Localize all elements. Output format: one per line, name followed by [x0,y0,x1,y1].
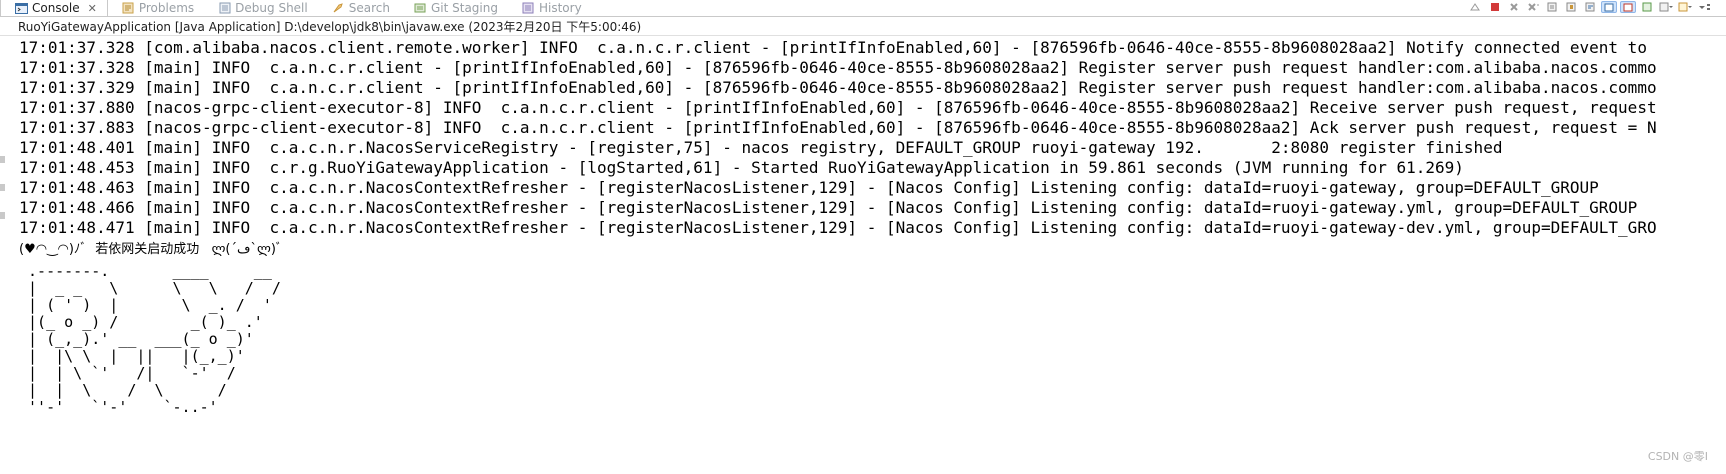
log-line: 17:01:48.463 [main] INFO c.a.c.n.r.Nacos… [19,178,1599,197]
clear-console-icon[interactable] [1544,1,1560,13]
log-line: 17:01:37.880 [nacos-grpc-client-executor… [19,98,1657,117]
tab-bar-border [0,16,1726,17]
word-wrap-icon[interactable] [1582,1,1598,13]
banner-line: | |\ \ | || |(_,_)' [19,347,245,365]
ascii-banner: .-------. ____ __ | _ _ \ \ \ / / | ( ' … [19,263,1719,416]
tab-label: Console [32,1,80,15]
log-line: 17:01:48.471 [main] INFO c.a.c.n.r.Nacos… [19,218,1657,237]
banner-line: ''-' `'-' `-..-' [19,398,218,416]
display-selected-console-icon[interactable] [1658,1,1674,13]
terminate-icon[interactable] [1487,1,1503,13]
tab-label: History [538,1,582,15]
problems-icon [122,2,135,14]
ruler-mark [0,156,5,163]
banner-line: |(_ o _) / _( )_ .' [19,313,263,331]
tab-console[interactable]: Console ✕ [0,0,108,16]
log-line: 17:01:37.883 [nacos-grpc-client-executor… [19,118,1657,137]
remove-all-terminated-icon[interactable] [1525,1,1541,13]
tab-label: Search [348,1,390,15]
tab-debug-shell[interactable]: Debug Shell [204,0,318,16]
tab-label: Git Staging [430,1,498,15]
scroll-lock-icon[interactable] [1563,1,1579,13]
banner-line: | | \ `' /| `-' / [19,364,236,382]
log-line: 17:01:48.466 [main] INFO c.a.c.n.r.Nacos… [19,198,1638,217]
console-divider [0,35,1726,36]
log-line: 17:01:37.328 [com.alibaba.nacos.client.r… [19,38,1647,57]
view-menu-icon[interactable] [1696,1,1712,13]
debug-shell-icon [218,2,231,14]
history-icon [522,2,535,14]
open-console-icon[interactable] [1677,1,1693,13]
overview-ruler [0,36,6,474]
banner-line: | (_,_).' __ ___(_ o _)' [19,330,254,348]
git-staging-icon [414,2,427,14]
startup-success-message: (♥◠‿◠)ﾉﾞ 若依网关启动成功 ლ(´ڡ`ლ)ﾞ [19,242,283,257]
tab-git-staging[interactable]: Git Staging [400,0,508,16]
tab-history[interactable]: History [508,0,592,16]
close-icon[interactable]: ✕ [88,2,97,15]
process-label: RuoYiGatewayApplication [Java Applicatio… [18,20,642,34]
log-line: 17:01:37.328 [main] INFO c.a.n.c.r.clien… [19,58,1657,77]
tab-label: Debug Shell [235,1,308,15]
banner-line: | ( ' ) | \ _. / ' [19,296,272,314]
log-line: 17:01:48.453 [main] INFO c.r.g.RuoYiGate… [19,158,1464,177]
tab-label: Problems [138,1,195,15]
search-icon [332,2,345,14]
ruler-mark [0,184,5,191]
show-on-stderr-icon[interactable] [1620,1,1636,13]
tab-search[interactable]: Search [318,0,400,16]
show-on-stdout-icon[interactable] [1601,1,1617,13]
tab-problems[interactable]: Problems [108,0,204,16]
console-toolbar [1468,0,1712,14]
banner-line: | _ _ \ \ \ / / [19,279,281,297]
log-line: 17:01:37.329 [main] INFO c.a.n.c.r.clien… [19,78,1657,97]
view-tab-bar: Console ✕ Problems Debug Shell Search Gi… [0,0,1726,16]
console-output[interactable]: 17:01:37.328 [com.alibaba.nacos.client.r… [19,38,1719,474]
log-line: 17:01:48.401 [main] INFO c.a.c.n.r.Nacos… [19,138,1503,157]
remove-launch-icon[interactable] [1506,1,1522,13]
terminate-all-icon[interactable] [1468,1,1484,13]
banner-line: | | \ / \ / [19,381,227,399]
watermark: CSDN @零I [1647,450,1708,463]
console-icon [15,2,28,14]
pin-console-icon[interactable] [1639,1,1655,13]
ruler-mark [0,212,5,219]
banner-line: .-------. ____ __ [19,262,272,280]
